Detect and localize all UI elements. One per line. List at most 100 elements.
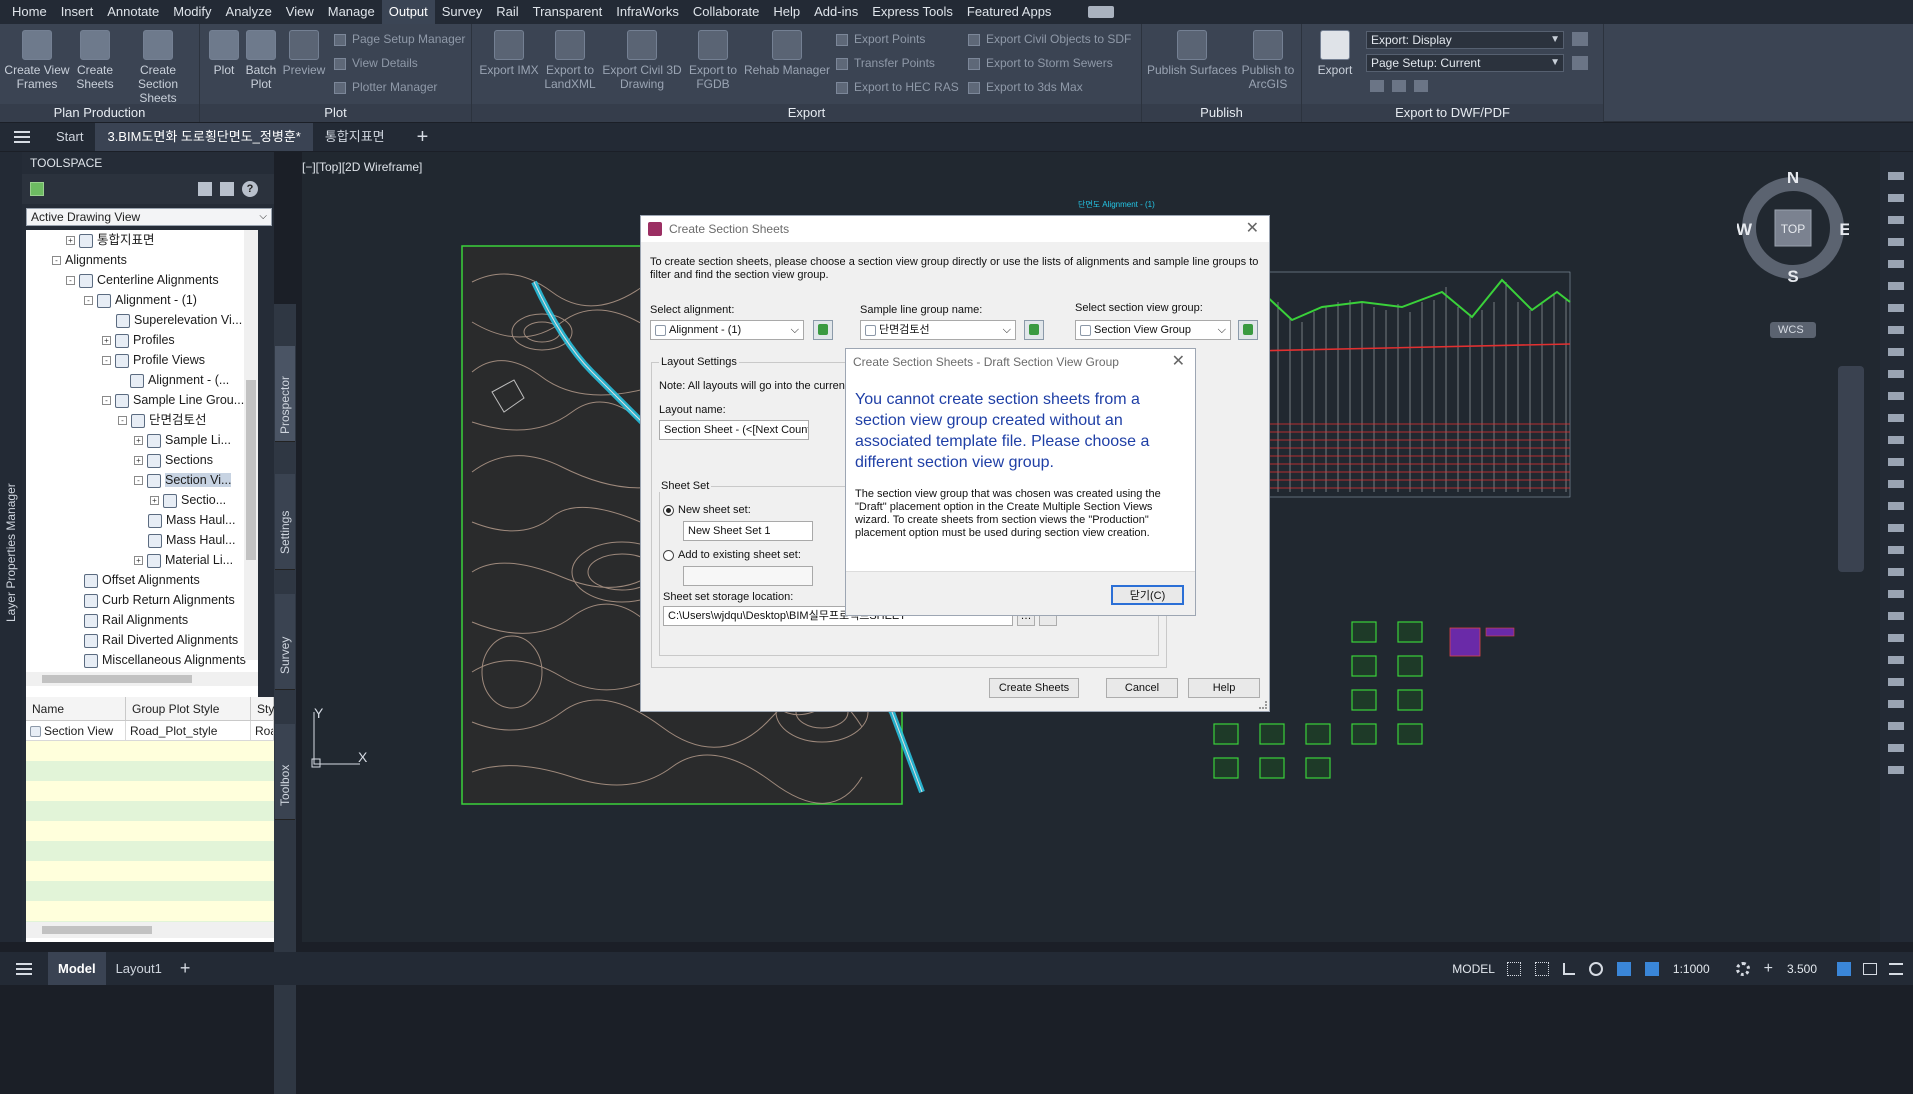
- col-style[interactable]: Sty: [251, 697, 274, 720]
- export-civil3d-drawing-button[interactable]: Export Civil 3D Drawing: [600, 30, 684, 91]
- sample-line-group-select[interactable]: 단면검토선 ⌵: [860, 320, 1016, 340]
- tab-survey[interactable]: Survey: [275, 594, 295, 690]
- tree-node-mass-haul-views[interactable]: Mass Haul...: [148, 530, 235, 550]
- ortho-icon[interactable]: [1562, 962, 1575, 975]
- tree-node-misc-alignments[interactable]: Miscellaneous Alignments: [84, 650, 246, 670]
- tab-other-drawing[interactable]: 통합지표면: [313, 123, 397, 151]
- create-view-frames-button[interactable]: Create View Frames: [4, 30, 70, 91]
- tree-scrollbar[interactable]: [244, 230, 258, 660]
- export-fgdb-button[interactable]: Export to FGDB: [684, 30, 742, 91]
- menu-infraworks[interactable]: InfraWorks: [609, 0, 686, 24]
- resize-grip-icon[interactable]: [1259, 701, 1267, 709]
- tree-node-mass-haul-lines[interactable]: Mass Haul...: [148, 510, 235, 530]
- tree-node-rail-diverted[interactable]: Rail Diverted Alignments: [84, 630, 238, 650]
- tree-node-profile-views[interactable]: - Profile Views: [102, 350, 205, 370]
- help-button[interactable]: Help: [1188, 678, 1260, 698]
- tab-settings[interactable]: Settings: [275, 474, 295, 570]
- menu-insert[interactable]: Insert: [54, 0, 101, 24]
- export-3dsmax-button[interactable]: Export to 3ds Max: [968, 78, 1083, 96]
- new-tab-plus-icon[interactable]: +: [417, 126, 429, 149]
- existing-sheet-set-input[interactable]: [683, 566, 813, 586]
- export-hec-ras-button[interactable]: Export to HEC RAS: [836, 78, 959, 96]
- customize-menu-icon[interactable]: [1889, 962, 1903, 975]
- preview-button[interactable]: Preview: [282, 30, 326, 77]
- export-dwf-button[interactable]: Export: [1310, 30, 1360, 77]
- tree-node-sample-group[interactable]: - 단면검토선: [118, 410, 207, 430]
- add-existing-sheet-set-radio[interactable]: Add to existing sheet set:: [663, 549, 801, 561]
- item-view-icon[interactable]: [198, 182, 212, 196]
- tree-node-section-view-group[interactable]: + Sectio...: [150, 490, 226, 510]
- transfer-points-button[interactable]: Transfer Points: [836, 54, 935, 72]
- table-row[interactable]: Section View Road_Plot_style Roa: [26, 721, 274, 741]
- menu-featured-apps[interactable]: Featured Apps: [960, 0, 1059, 24]
- page-setup-select[interactable]: Page Setup: Current ▼: [1366, 54, 1564, 72]
- tree-node-centerline[interactable]: - Centerline Alignments: [66, 270, 219, 290]
- export-display-select[interactable]: Export: Display ▼: [1366, 31, 1564, 49]
- fullscreen-icon[interactable]: [1863, 962, 1877, 975]
- page-setup-settings-icon[interactable]: [1572, 56, 1588, 70]
- tree-node-superelevation[interactable]: Superelevation Vi...: [116, 310, 242, 330]
- close-icon[interactable]: ✕: [1172, 349, 1185, 375]
- tree-node-profiles[interactable]: + Profiles: [102, 330, 175, 350]
- publish-surfaces-button[interactable]: Publish Surfaces: [1146, 30, 1238, 77]
- viewport-controls[interactable]: [−][Top][2D Wireframe]: [302, 160, 422, 174]
- tab-model[interactable]: Model: [48, 952, 106, 985]
- create-sheets-button[interactable]: Create Sheets: [72, 30, 118, 91]
- new-sheet-set-radio[interactable]: New sheet set:: [663, 504, 751, 516]
- layout-name-input[interactable]: Section Sheet - (<[Next Counter(CP)]>: [659, 420, 809, 440]
- alignment-select[interactable]: Alignment - (1) ⌵: [650, 320, 804, 340]
- export-settings-icon[interactable]: [1572, 32, 1588, 46]
- hamburger-icon[interactable]: [16, 962, 32, 975]
- drawing-icon[interactable]: [30, 182, 44, 196]
- gear-icon[interactable]: [1735, 961, 1750, 976]
- page-setup-manager-button[interactable]: Page Setup Manager: [334, 30, 465, 48]
- preview-small-icon[interactable]: [1370, 80, 1384, 92]
- batch-plot-button[interactable]: Batch Plot: [242, 30, 280, 91]
- tab-prospector[interactable]: Prospector: [275, 346, 295, 442]
- plotter-manager-button[interactable]: Plotter Manager: [334, 78, 437, 96]
- menu-annotate[interactable]: Annotate: [100, 0, 166, 24]
- tree-node-profile-view-alignment[interactable]: Alignment - (...: [130, 370, 229, 390]
- rehab-manager-button[interactable]: Rehab Manager: [742, 30, 832, 77]
- tree-node-alignments[interactable]: - Alignments: [52, 250, 127, 270]
- tab-start[interactable]: Start: [44, 123, 95, 151]
- create-section-sheets-button[interactable]: Create Section Sheets: [118, 30, 198, 105]
- tree-node-curb-return[interactable]: Curb Return Alignments: [84, 590, 235, 610]
- menu-output[interactable]: Output: [381, 0, 435, 24]
- pick-alignment-button[interactable]: [813, 320, 833, 340]
- snap-icon[interactable]: [1534, 961, 1549, 976]
- tree-node-sample-line-groups[interactable]: - Sample Line Grou...: [102, 390, 244, 410]
- isolate-icon[interactable]: [1837, 961, 1851, 976]
- plus-icon[interactable]: +: [1764, 960, 1773, 978]
- col-name[interactable]: Name: [26, 697, 126, 720]
- close-icon[interactable]: ✕: [1246, 216, 1259, 242]
- menu-survey[interactable]: Survey: [435, 0, 489, 24]
- tree-node-surface[interactable]: + 통합지표면: [66, 230, 155, 250]
- tree-node-offset-alignments[interactable]: Offset Alignments: [84, 570, 200, 590]
- new-layout-plus-icon[interactable]: +: [180, 958, 191, 979]
- tree-node-alignment-1[interactable]: - Alignment - (1): [84, 290, 197, 310]
- units-value[interactable]: 3.500: [1787, 962, 1817, 976]
- create-sheets-button[interactable]: Create Sheets: [989, 678, 1079, 698]
- menu-modify[interactable]: Modify: [166, 0, 218, 24]
- tree-hscrollbar[interactable]: [26, 672, 258, 686]
- osnap-icon[interactable]: [1616, 961, 1631, 976]
- export-landxml-button[interactable]: Export to LandXML: [540, 30, 600, 91]
- export-civil-sdf-button[interactable]: Export Civil Objects to SDF: [968, 30, 1131, 48]
- hamburger-icon[interactable]: [14, 131, 30, 143]
- menu-help[interactable]: Help: [766, 0, 807, 24]
- new-sheet-set-input[interactable]: New Sheet Set 1: [683, 521, 813, 541]
- wcs-button[interactable]: WCS: [1770, 322, 1816, 338]
- tree-node-sample-lines[interactable]: + Sample Li...: [134, 430, 231, 450]
- tab-active-drawing[interactable]: 3.BIM도면화 도로횡단면도_정병훈*: [95, 123, 313, 151]
- col-group-plot-style[interactable]: Group Plot Style: [126, 697, 251, 720]
- grid-icon[interactable]: [1506, 961, 1521, 976]
- publish-small-icon[interactable]: [1392, 80, 1406, 92]
- menu-manage[interactable]: Manage: [321, 0, 382, 24]
- tree-node-section-view-groups[interactable]: - Section Vi...: [134, 470, 232, 490]
- tree-node-material-lists[interactable]: + Material Li...: [134, 550, 233, 570]
- tree-node-sections[interactable]: + Sections: [134, 450, 213, 470]
- annotation-icon[interactable]: [1644, 961, 1659, 976]
- workspace-dropdown-icon[interactable]: [1088, 6, 1115, 18]
- menu-analyze[interactable]: Analyze: [219, 0, 279, 24]
